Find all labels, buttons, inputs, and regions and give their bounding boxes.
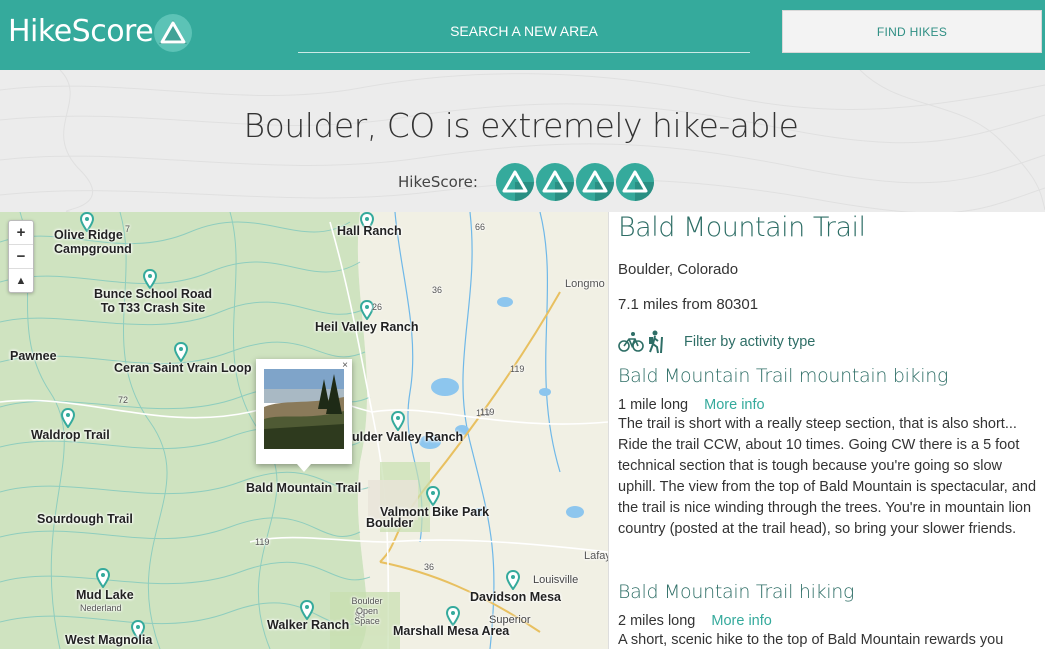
map-label[interactable]: Heil Valley Ranch [315,320,419,334]
map-label[interactable]: ulder Valley Ranch [352,430,463,444]
hikescore-triangle-icon [615,163,654,201]
hero-section: Boulder, CO is extremely hike-able HikeS… [0,70,1045,212]
trail-marker-icon[interactable] [96,568,110,588]
map-label[interactable]: Davidson Mesa [470,590,561,604]
map-label[interactable]: Hall Ranch [337,224,402,238]
route-shield: 119 [255,537,270,547]
map-label[interactable]: Bald Mountain Trail [246,481,361,495]
hikescore-row: HikeScore: [398,162,655,202]
map-label[interactable]: Bunce School Road To T33 Crash Site [94,287,212,315]
trail-marker-icon[interactable] [300,600,314,620]
page-title: Boulder, CO is extremely hike-able [243,106,799,145]
map-label-line: Bunce School Road [94,287,213,301]
hiker-icon[interactable] [646,330,666,354]
map-label: Lafay [584,550,608,562]
route-shield: 36 [424,562,435,572]
trail-location: Boulder, Colorado [618,261,739,278]
map-label[interactable]: Waldrop Trail [31,428,110,442]
hikescore-triangle-icon [575,163,614,201]
search-placeholder: SEARCH A NEW AREA [450,23,598,39]
filter-by-activity-link[interactable]: Filter by activity type [684,334,815,350]
reset-north-button[interactable]: ▲ [9,269,33,292]
map-label: Boulder Open Space [351,596,383,626]
map-label[interactable]: Sourdough Trail [37,512,133,526]
map-label-line: Olive Ridge [54,228,123,242]
trail-distance: 7.1 miles from 80301 [618,296,759,313]
route-shield: 119 [480,407,495,417]
trail-marker-icon[interactable] [61,408,75,428]
map[interactable]: + − ▲ 66 36 26 119 7 72 119 119 36 93 11… [0,212,608,649]
zoom-controls: + − ▲ [8,220,34,293]
route-shield: 72 [118,395,129,405]
search-input[interactable]: SEARCH A NEW AREA [298,20,750,53]
trail-marker-icon[interactable] [446,606,460,626]
map-label: Nederland [80,603,122,613]
trail-marker-icon[interactable] [143,269,157,289]
trail-photo[interactable] [264,369,344,449]
activity-title[interactable]: Bald Mountain Trail mountain biking [618,365,1038,387]
more-info-link[interactable]: More info [711,613,771,629]
route-shield: 66 [475,222,486,232]
activity-meta: 1 mile long More info [618,397,1038,413]
zoom-out-button[interactable]: − [9,245,33,269]
more-info-link[interactable]: More info [704,397,764,413]
activity-length: 2 miles long [618,613,696,629]
activity-title[interactable]: Bald Mountain Trail hiking [618,581,1038,603]
map-label: Louisville [533,574,579,586]
map-label[interactable]: Mud Lake [76,588,134,602]
trail-detail-panel: Bald Mountain Trail Boulder, Colorado 7.… [608,212,1045,649]
map-label: Boulder [366,516,414,530]
hikescore-triangle-icon [495,163,534,201]
activity-filter-row: Filter by activity type [618,329,815,355]
trail-marker-icon[interactable] [174,342,188,362]
activity-length: 1 mile long [618,397,689,413]
trail-marker-icon[interactable] [506,570,520,590]
activity-meta: 2 miles long More info [618,613,1038,629]
logo-text[interactable]: HikeScore [8,14,154,49]
activity-description: A short, scenic hike to the top of Bald … [618,632,1004,648]
map-label: Longmo [565,278,605,290]
hikescore-rating [495,162,655,202]
trail-name: Bald Mountain Trail [618,212,866,243]
route-shield: 26 [372,302,383,312]
find-hikes-button[interactable]: FIND HIKES [782,10,1042,53]
map-popup[interactable]: × [256,359,352,472]
trail-photo-image [264,369,344,449]
map-label: Pawnee [10,349,57,363]
map-label[interactable]: Walker Ranch [267,618,349,632]
zoom-in-button[interactable]: + [9,221,33,245]
map-label[interactable]: West Magnolia [65,633,152,647]
activity-section: Bald Mountain Trail mountain biking 1 mi… [618,365,1038,540]
trail-marker-icon[interactable] [426,486,440,506]
map-label: Olive Ridge Campground [54,228,132,256]
top-bar: HikeScore SEARCH A NEW AREA FIND HIKES [0,0,1045,70]
route-shield: 119 [510,364,525,374]
popup-tip [297,464,311,472]
triangle-logo-icon[interactable] [153,13,193,53]
map-label[interactable]: Ceran Saint Vrain Loop [114,361,252,375]
activity-section: Bald Mountain Trail hiking 2 miles long M… [618,581,1038,649]
bike-icon[interactable] [618,331,644,353]
hikescore-label: HikeScore: [398,173,478,191]
hikescore-triangle-icon [535,163,574,201]
map-label-line: To T33 Crash Site [100,301,206,315]
trail-marker-icon[interactable] [391,411,405,431]
activity-description: The trail is short with a really steep s… [618,416,1037,537]
route-shield: 36 [432,285,443,295]
map-label-line: Campground [54,242,132,256]
map-label[interactable]: Marshall Mesa Area [393,624,509,638]
